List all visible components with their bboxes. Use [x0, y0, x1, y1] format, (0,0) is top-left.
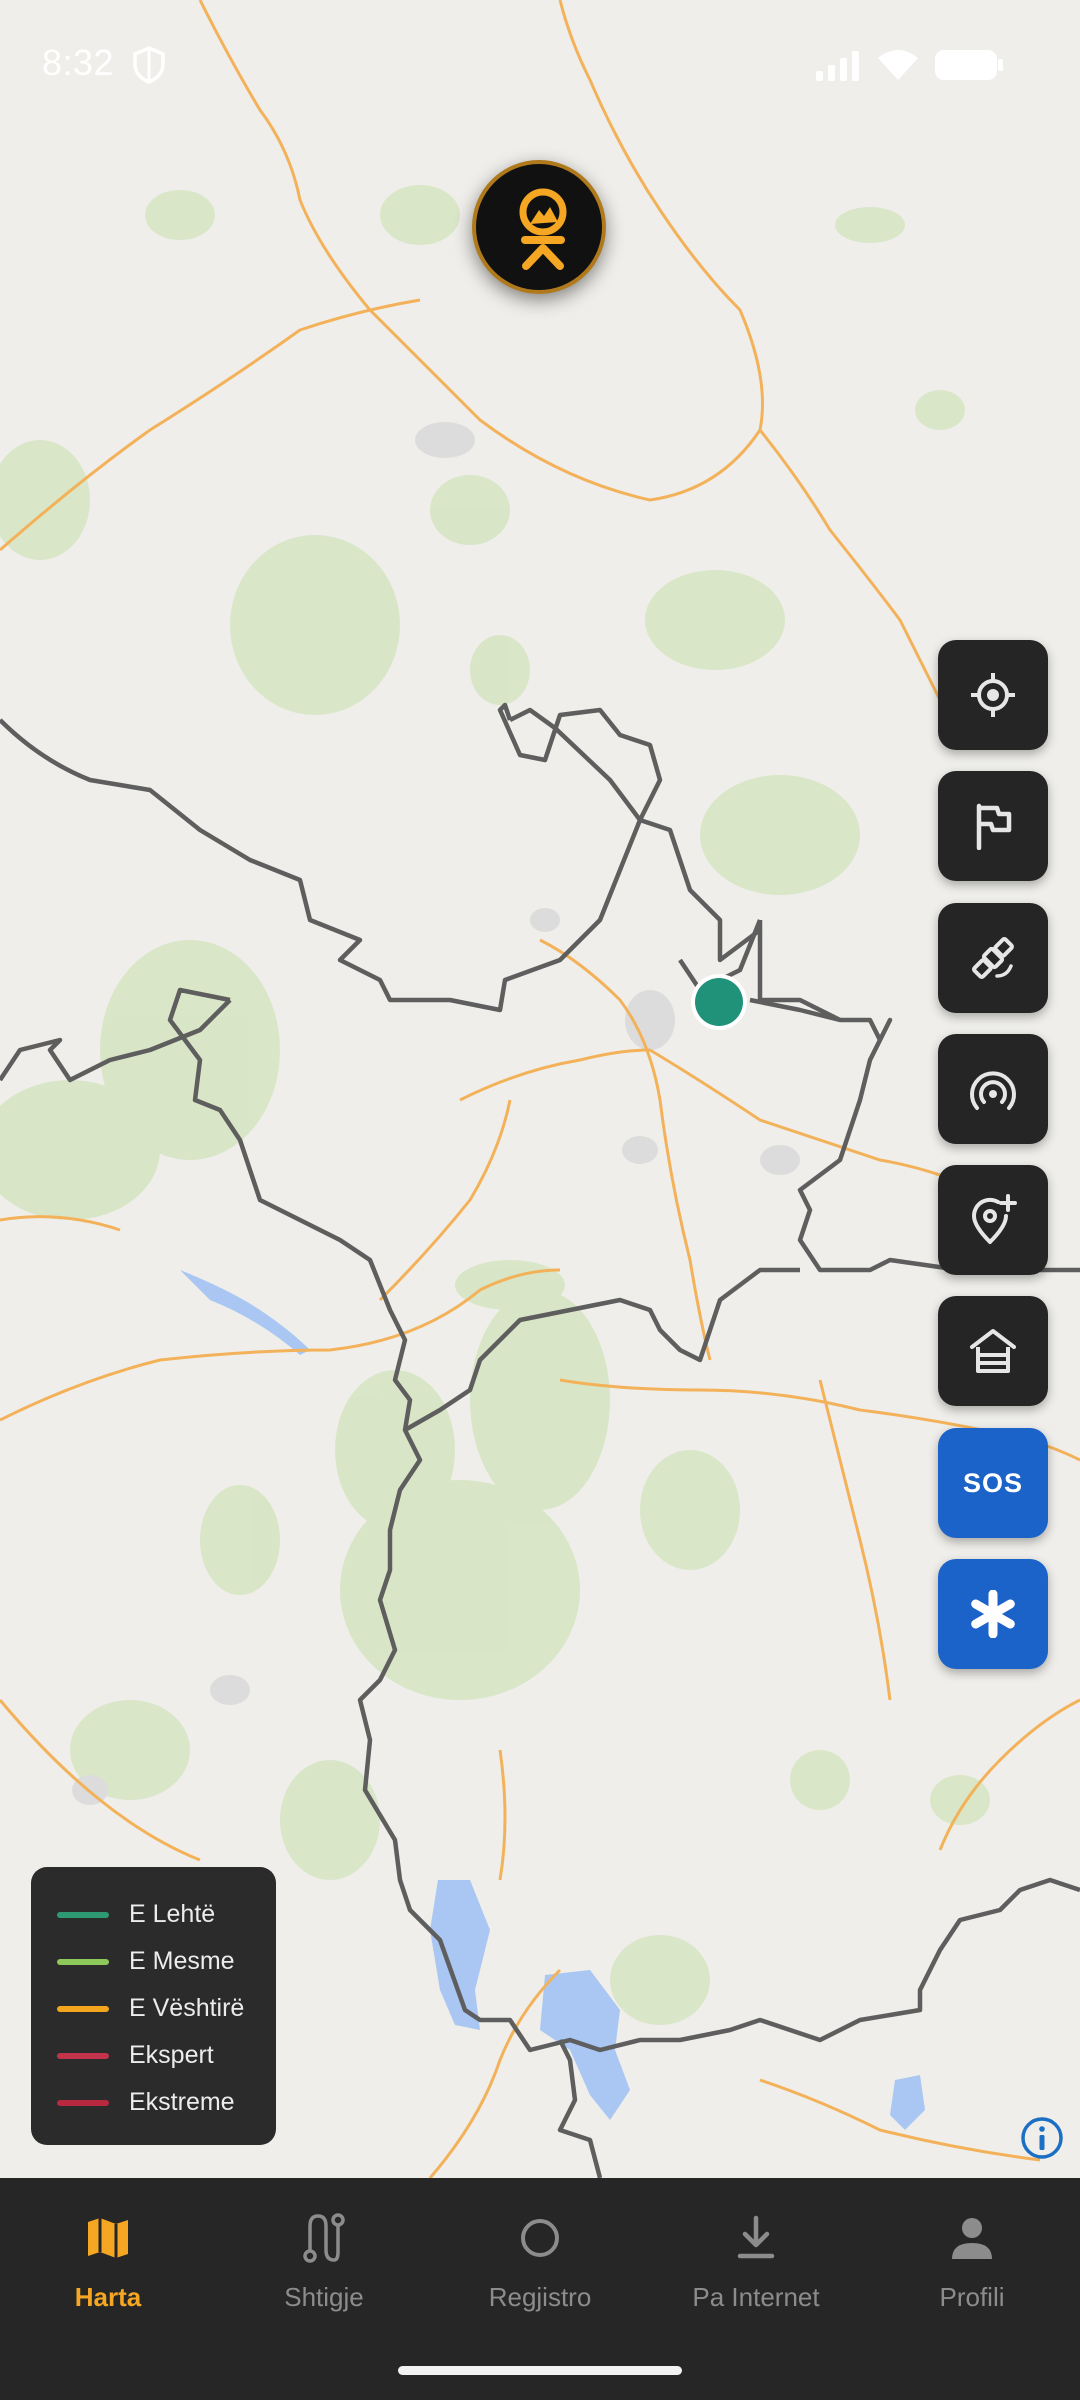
- broadcast-icon: [970, 1071, 1016, 1110]
- battery-icon: [935, 50, 1003, 80]
- hiker-logo-icon: [519, 188, 567, 270]
- app-logo[interactable]: [472, 160, 606, 294]
- legend-label: E Mesme: [129, 1947, 235, 1975]
- map-canvas: [0, 0, 1080, 2178]
- legend-label: Ekspert: [129, 2041, 214, 2069]
- legend-swatch: [57, 1911, 109, 1918]
- person-icon: [952, 2218, 992, 2259]
- asterisk-icon: [971, 1590, 1015, 1638]
- legend-item: E Lehtë: [57, 1891, 276, 1938]
- sos-label: SOS: [962, 1467, 1024, 1498]
- satellite-icon: [972, 937, 1014, 979]
- difficulty-legend: E Lehtë E Mesme E Vështirë Ekspert Ekstr…: [31, 1867, 276, 2145]
- status-time: 8:32: [42, 42, 115, 83]
- legend-swatch: [57, 2052, 109, 2059]
- legend-swatch: [57, 1958, 109, 1965]
- legend-item: Ekspert: [57, 2032, 276, 2079]
- map-icon: [88, 2218, 128, 2258]
- emergency-button[interactable]: [938, 1559, 1048, 1669]
- flag-button[interactable]: [938, 771, 1048, 881]
- shelter-icon: [970, 1329, 1016, 1373]
- nav-label: Regjistro: [488, 2282, 592, 2312]
- legend-item: E Mesme: [57, 1938, 276, 1985]
- nav-item-harta[interactable]: Harta: [0, 2210, 216, 2320]
- legend-swatch: [57, 2005, 109, 2012]
- home-indicator[interactable]: [398, 2366, 682, 2375]
- record-icon: [521, 2219, 559, 2257]
- nav-item-shtigje[interactable]: Shtigje: [216, 2210, 432, 2320]
- legend-item: E Vështirë: [57, 1985, 276, 2032]
- nav-label: Harta: [74, 2282, 142, 2312]
- location-marker: [695, 978, 743, 1026]
- nav-item-regjistro[interactable]: Regjistro: [432, 2210, 648, 2320]
- add-location-button[interactable]: [938, 1165, 1048, 1275]
- status-bar: 8:32: [0, 0, 1080, 130]
- satellite-button[interactable]: [938, 903, 1048, 1013]
- nav-item-pa-internet[interactable]: Pa Internet: [648, 2210, 864, 2320]
- shelter-button[interactable]: [938, 1296, 1048, 1406]
- nav-item-profili[interactable]: Profili: [864, 2210, 1080, 2320]
- map-view[interactable]: [0, 0, 1080, 2178]
- status-icons: [814, 48, 1004, 82]
- download-icon: [737, 2215, 775, 2259]
- add-location-icon: [971, 1194, 1017, 1244]
- nav-label: Profili: [939, 2282, 1005, 2312]
- signal-icon: [816, 51, 859, 81]
- locate-me-button[interactable]: [938, 640, 1048, 750]
- broadcast-button[interactable]: [938, 1034, 1048, 1144]
- shield-icon: [133, 46, 165, 84]
- wifi-icon: [878, 50, 918, 80]
- legend-label: E Lehtë: [129, 1900, 216, 1928]
- legend-item: Ekstreme: [57, 2079, 276, 2126]
- crosshair-icon: [971, 673, 1015, 717]
- flag-icon: [976, 803, 1012, 850]
- info-icon[interactable]: [1020, 2116, 1064, 2160]
- route-icon: [303, 2213, 345, 2263]
- nav-label: Shtigje: [284, 2282, 364, 2312]
- legend-label: Ekstreme: [129, 2088, 235, 2116]
- sos-button[interactable]: SOS: [938, 1428, 1048, 1538]
- legend-label: E Vështirë: [129, 1994, 245, 2022]
- nav-label: Pa Internet: [692, 2282, 820, 2312]
- legend-swatch: [57, 2099, 109, 2106]
